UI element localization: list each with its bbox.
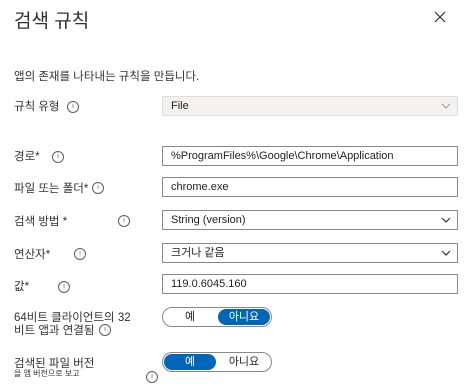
- operator-select[interactable]: 크거나 같음: [162, 243, 458, 263]
- chevron-down-icon: [441, 250, 451, 256]
- chevron-down-icon: [441, 217, 451, 223]
- info-icon[interactable]: i: [92, 182, 104, 194]
- detection-method-select[interactable]: String (version): [162, 210, 458, 230]
- file-or-folder-label: 파일 또는 폴더*: [14, 183, 89, 195]
- bit64-no-option[interactable]: 아니요: [218, 309, 270, 325]
- info-icon[interactable]: i: [67, 101, 79, 113]
- path-input[interactable]: %ProgramFiles%\Google\Chrome\Application: [162, 146, 458, 166]
- detected-version-no-option[interactable]: 아니요: [218, 354, 270, 370]
- chevron-down-icon: [441, 103, 451, 109]
- panel-description: 앱의 존재를 나타내는 규칙을 만듭니다.: [14, 71, 200, 83]
- detection-method-label: 검색 방법 *: [14, 216, 68, 228]
- operator-label: 연산자*: [14, 249, 51, 261]
- bit64-yes-option[interactable]: 예: [164, 309, 216, 325]
- path-label: 경로*: [14, 151, 40, 163]
- value-input[interactable]: 119.0.6045.160: [162, 274, 458, 294]
- file-or-folder-input[interactable]: chrome.exe: [162, 177, 458, 197]
- info-icon[interactable]: i: [74, 248, 86, 260]
- value-label: 값*: [14, 281, 30, 293]
- panel-title: 검색 규칙: [14, 11, 90, 32]
- detected-version-toggle[interactable]: 예 아니요: [162, 352, 272, 372]
- info-icon[interactable]: i: [52, 151, 64, 163]
- detected-version-yes-option[interactable]: 예: [164, 354, 216, 370]
- rule-type-label: 규칙 유형: [14, 101, 60, 113]
- bit64-label-line2: 비트 앱과 연결됨: [14, 325, 95, 337]
- info-icon[interactable]: i: [99, 324, 111, 336]
- info-icon[interactable]: i: [118, 215, 130, 227]
- close-icon[interactable]: [432, 9, 448, 25]
- operator-value: 크거나 같음: [171, 247, 225, 259]
- detected-version-label-line2: 을 앱 버전으로 보고: [14, 369, 80, 378]
- detection-method-value: String (version): [171, 214, 246, 226]
- info-icon[interactable]: i: [146, 371, 158, 383]
- rule-type-value: File: [171, 100, 189, 112]
- bit64-toggle[interactable]: 예 아니요: [162, 307, 272, 327]
- info-icon[interactable]: i: [58, 281, 70, 293]
- rule-type-select: File: [162, 96, 458, 116]
